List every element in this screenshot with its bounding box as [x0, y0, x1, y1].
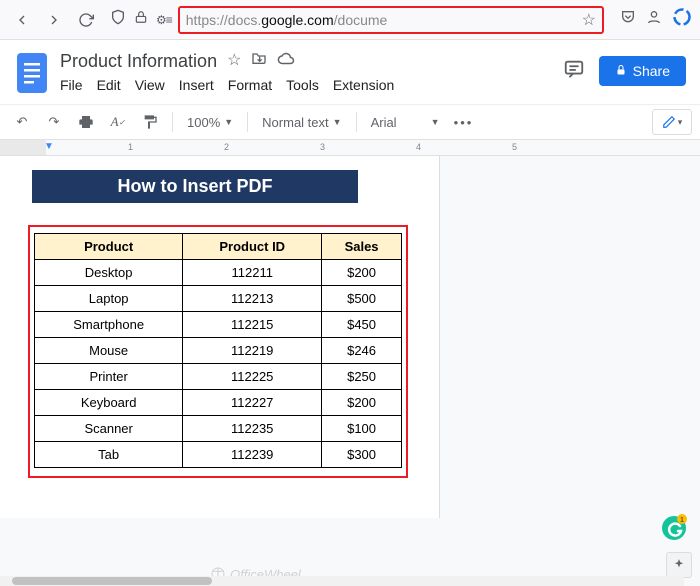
explore-button[interactable]: [666, 552, 692, 578]
print-button[interactable]: [72, 108, 100, 136]
section-heading[interactable]: How to Insert PDF: [32, 170, 358, 203]
account-icon[interactable]: [646, 9, 662, 30]
extension-icon[interactable]: [672, 7, 692, 32]
table-cell[interactable]: $450: [322, 312, 402, 338]
more-tools-button[interactable]: •••: [450, 108, 478, 136]
table-cell[interactable]: 112211: [183, 260, 322, 286]
ruler-tick: 3: [320, 142, 325, 152]
col-header[interactable]: Sales: [322, 234, 402, 260]
ruler[interactable]: ▼ 1 2 3 4 5: [0, 140, 700, 156]
redo-button[interactable]: ↷: [40, 108, 68, 136]
toolbar: ↶ ↷ A✓ 100%▼ Normal text▼ Arial▼ ••• ▾: [0, 104, 700, 140]
table-cell[interactable]: $250: [322, 364, 402, 390]
table-row[interactable]: Laptop112213$500: [35, 286, 402, 312]
table-cell[interactable]: 112213: [183, 286, 322, 312]
table-row[interactable]: Tab112239$300: [35, 442, 402, 468]
table-cell[interactable]: $200: [322, 390, 402, 416]
table-cell[interactable]: Desktop: [35, 260, 183, 286]
menu-bar: File Edit View Insert Format Tools Exten…: [60, 77, 553, 93]
table-cell[interactable]: Printer: [35, 364, 183, 390]
lock-icon: [615, 63, 627, 79]
table-cell[interactable]: Laptop: [35, 286, 183, 312]
menu-view[interactable]: View: [135, 77, 165, 93]
table-cell[interactable]: 112215: [183, 312, 322, 338]
table-cell[interactable]: 112227: [183, 390, 322, 416]
table-cell[interactable]: 112239: [183, 442, 322, 468]
data-table[interactable]: Product Product ID Sales Desktop112211$2…: [34, 233, 402, 468]
scrollbar-thumb[interactable]: [12, 577, 212, 585]
share-label: Share: [633, 63, 670, 79]
menu-extensions[interactable]: Extension: [333, 77, 394, 93]
browser-chrome: ⚙≡ https://docs.google.com/docume ☆: [0, 0, 700, 40]
table-cell[interactable]: $500: [322, 286, 402, 312]
svg-text:1: 1: [680, 517, 684, 524]
table-cell[interactable]: Keyboard: [35, 390, 183, 416]
comments-icon[interactable]: [563, 58, 585, 85]
table-cell[interactable]: Tab: [35, 442, 183, 468]
table-row[interactable]: Scanner112235$100: [35, 416, 402, 442]
ruler-tick: 5: [512, 142, 517, 152]
menu-insert[interactable]: Insert: [179, 77, 214, 93]
forward-button[interactable]: [40, 6, 68, 34]
menu-file[interactable]: File: [60, 77, 83, 93]
font-dropdown[interactable]: Arial▼: [365, 115, 446, 130]
page: How to Insert PDF Product Product ID Sal…: [0, 156, 440, 518]
table-cell[interactable]: $300: [322, 442, 402, 468]
document-canvas[interactable]: How to Insert PDF Product Product ID Sal…: [0, 156, 700, 586]
menu-tools[interactable]: Tools: [286, 77, 319, 93]
table-cell[interactable]: 112225: [183, 364, 322, 390]
table-cell[interactable]: Smartphone: [35, 312, 183, 338]
document-title[interactable]: Product Information: [60, 51, 217, 72]
table-cell[interactable]: $100: [322, 416, 402, 442]
style-dropdown[interactable]: Normal text▼: [256, 115, 347, 130]
lock-icon[interactable]: [134, 10, 148, 29]
cloud-status-icon[interactable]: [277, 50, 295, 73]
url-text: https://docs.google.com/docume: [186, 12, 388, 28]
spellcheck-button[interactable]: A✓: [104, 108, 132, 136]
horizontal-scrollbar[interactable]: [0, 576, 684, 586]
ruler-tick: 2: [224, 142, 229, 152]
table-row[interactable]: Printer112225$250: [35, 364, 402, 390]
table-row[interactable]: Keyboard112227$200: [35, 390, 402, 416]
table-cell[interactable]: $246: [322, 338, 402, 364]
table-cell[interactable]: $200: [322, 260, 402, 286]
table-row[interactable]: Desktop112211$200: [35, 260, 402, 286]
star-icon[interactable]: ☆: [227, 50, 241, 73]
paint-format-button[interactable]: [136, 108, 164, 136]
table-cell[interactable]: 112219: [183, 338, 322, 364]
menu-format[interactable]: Format: [228, 77, 272, 93]
table-cell[interactable]: Scanner: [35, 416, 183, 442]
table-cell[interactable]: 112235: [183, 416, 322, 442]
menu-edit[interactable]: Edit: [97, 77, 121, 93]
back-button[interactable]: [8, 6, 36, 34]
col-header[interactable]: Product: [35, 234, 183, 260]
undo-button[interactable]: ↶: [8, 108, 36, 136]
grammarly-icon[interactable]: 1: [660, 514, 688, 542]
zoom-dropdown[interactable]: 100%▼: [181, 115, 239, 130]
data-table-highlight: Product Product ID Sales Desktop112211$2…: [28, 225, 408, 478]
move-icon[interactable]: [251, 50, 267, 73]
ruler-tick: 1: [128, 142, 133, 152]
address-bar[interactable]: https://docs.google.com/docume ☆: [178, 6, 604, 34]
permissions-icon[interactable]: ⚙≡: [156, 13, 172, 27]
editing-mode-button[interactable]: ▾: [652, 109, 692, 135]
col-header[interactable]: Product ID: [183, 234, 322, 260]
table-row[interactable]: Mouse112219$246: [35, 338, 402, 364]
table-cell[interactable]: Mouse: [35, 338, 183, 364]
ruler-tick: 4: [416, 142, 421, 152]
pocket-icon[interactable]: [620, 9, 636, 30]
share-button[interactable]: Share: [599, 56, 686, 86]
docs-logo-icon[interactable]: [14, 50, 50, 96]
bookmark-star-icon[interactable]: ☆: [582, 10, 596, 30]
shield-icon[interactable]: [110, 9, 126, 30]
reload-button[interactable]: [72, 6, 100, 34]
table-row[interactable]: Smartphone112215$450: [35, 312, 402, 338]
